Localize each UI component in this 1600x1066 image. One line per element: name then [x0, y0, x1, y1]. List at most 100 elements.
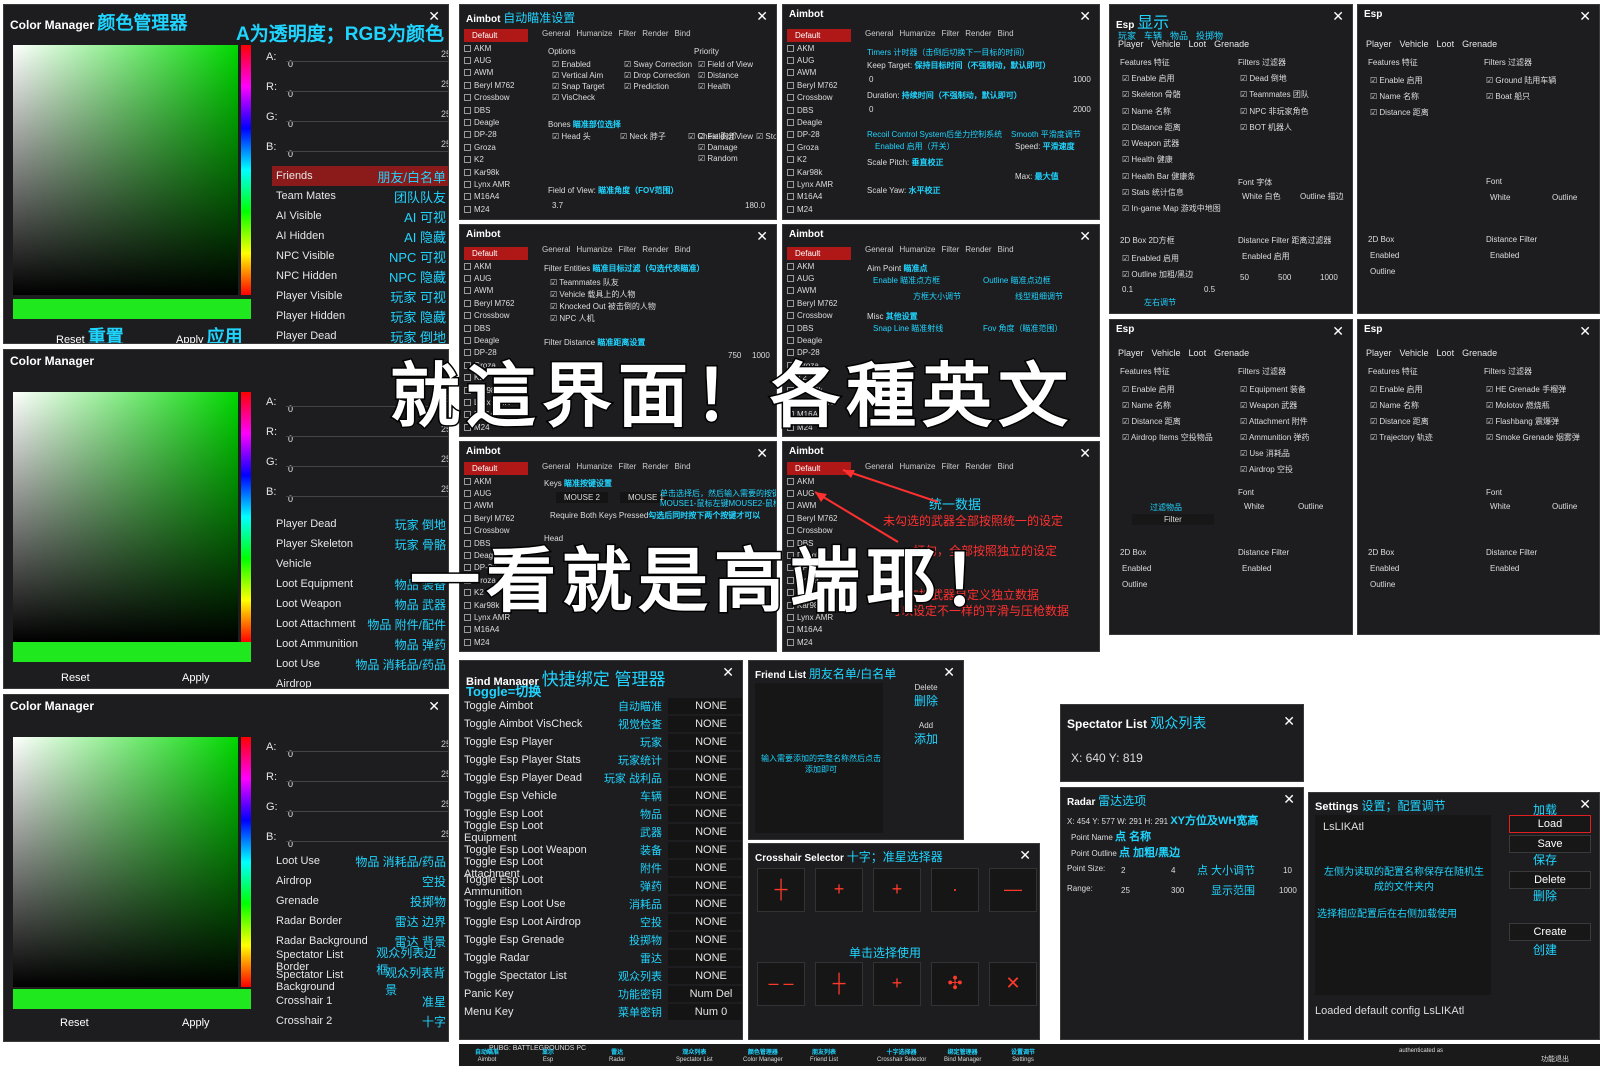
bind-row[interactable]: Toggle Esp Player 玩家 NONE [464, 733, 742, 751]
checkbox[interactable] [464, 275, 471, 283]
weapon-item[interactable]: Beryl M762 [464, 79, 528, 91]
priority-item[interactable]: ☑ Distance [698, 70, 753, 81]
bind-row[interactable]: Toggle Radar 雷达 NONE [464, 949, 742, 967]
crosshair-option-7[interactable]: ┼ [815, 962, 863, 1006]
list-item[interactable]: AI Hidden AI 隐藏 [272, 226, 448, 246]
weapon-item[interactable]: DBS [787, 104, 851, 116]
box-outline[interactable]: Outline [1122, 580, 1147, 589]
close-icon[interactable]: ✕ [1079, 445, 1091, 462]
checkbox[interactable] [787, 299, 794, 307]
tab-general[interactable]: General [542, 462, 570, 471]
weapon-item[interactable]: M24 [787, 636, 851, 648]
filter-entity-item[interactable]: ☑ Knocked Out 被击倒的人物 [550, 301, 656, 313]
tab-player[interactable]: Player [1366, 348, 1392, 358]
checkbox[interactable] [787, 131, 794, 139]
bind-row[interactable]: Toggle Esp Loot Use 消耗品 NONE [464, 895, 742, 913]
filters-list[interactable]: ☑ HE Grenade 手榴弹 ☑ Molotov 燃烧瓶 ☑ Flashbang… [1486, 382, 1580, 446]
feature-item[interactable]: ☑ Stats 统计信息 [1122, 185, 1221, 201]
feature-item[interactable]: ☑ Health 健康 [1122, 152, 1221, 168]
duration-min[interactable]: 0 [869, 105, 873, 114]
list-item[interactable]: Player Visible 玩家 可视 [272, 286, 448, 306]
filter-item[interactable]: ☑ Flashbang 震爆弹 [1486, 414, 1580, 430]
font-outline-option[interactable]: Outline [1298, 502, 1323, 511]
apply-button[interactable]: Apply [182, 672, 210, 684]
feature-item[interactable]: ☑ Enable 启用 [1122, 71, 1221, 87]
close-icon[interactable]: ✕ [1579, 8, 1591, 25]
weapon-item[interactable]: M24 [464, 203, 528, 215]
red-slider[interactable]: R:0255 [266, 79, 448, 103]
weapon-item[interactable]: K2 [787, 154, 851, 166]
close-icon[interactable]: ✕ [1283, 791, 1295, 808]
esp-tabs[interactable]: Player Vehicle Loot Grenade [1366, 39, 1505, 49]
box-list[interactable]: ☑ Enabled 启用 ☑ Outline 加粗/黑边 [1122, 251, 1193, 283]
filter-item[interactable]: ☑ Equipment 装备 [1240, 382, 1309, 398]
checkbox[interactable] [787, 119, 794, 127]
close-icon[interactable]: ✕ [756, 8, 768, 25]
filter-item[interactable]: ☑ Ground 陆用车辆 [1486, 73, 1556, 89]
tab-player[interactable]: Player [1118, 348, 1144, 358]
bind-key-field[interactable]: NONE [668, 824, 742, 840]
filter-item[interactable]: ☑ NPC 非玩家角色 [1240, 104, 1309, 120]
weapon-item[interactable]: AUG [464, 272, 528, 284]
checkbox[interactable] [464, 626, 471, 634]
tab-filter[interactable]: Filter [618, 29, 636, 38]
reset-button[interactable]: Reset 重置 [56, 323, 124, 343]
checkbox[interactable] [464, 156, 471, 164]
bone-list[interactable]: ☑ Head 头☑ Neck 脖子☑ Chest 胸部☑ Stomach 胃部☑… [552, 131, 776, 143]
options-list-2[interactable]: ☑ Sway Correction ☑ Drop Correction ☑ Pred… [624, 59, 692, 92]
weapon-item[interactable]: AUG [464, 54, 528, 66]
weapon-item[interactable]: AWM [464, 285, 528, 297]
recoil-enabled[interactable]: Enabled 启用（开关） [875, 141, 955, 152]
weapon-item[interactable]: DP-28 [464, 129, 528, 141]
checkbox[interactable] [464, 119, 471, 127]
list-item[interactable]: Crosshair 2 十字 [272, 1011, 448, 1031]
weapon-item[interactable]: Crossbow [464, 92, 528, 104]
bottom-bar-item[interactable]: 雷达 Radar [609, 1050, 625, 1064]
checkbox[interactable] [787, 193, 794, 201]
tab-vehicle[interactable]: Vehicle [1400, 348, 1429, 358]
tab-render[interactable]: Render [965, 462, 991, 471]
weapon-item[interactable]: Crossbow [464, 310, 528, 322]
bind-key-field[interactable]: NONE [668, 896, 742, 912]
bone-item[interactable]: ☑ Head 头 [552, 131, 620, 143]
weapon-item[interactable]: Beryl M762 [464, 512, 528, 524]
checkbox[interactable] [787, 514, 794, 522]
checkbox[interactable] [464, 287, 471, 295]
apply-button[interactable]: Apply [182, 1017, 210, 1029]
feature-item[interactable]: ☑ Distance 距离 [1370, 414, 1433, 430]
weapon-item[interactable]: AUG [464, 487, 528, 499]
close-icon[interactable]: ✕ [1079, 228, 1091, 245]
weapon-item[interactable]: AUG [787, 54, 851, 66]
checkbox[interactable] [787, 168, 794, 176]
close-icon[interactable]: ✕ [428, 698, 440, 715]
checkbox[interactable] [787, 94, 794, 102]
filter-item[interactable]: ☑ Molotov 燃烧瓶 [1486, 398, 1580, 414]
list-item[interactable]: Spectator List Background 观众列表背景 [272, 966, 448, 997]
point-outline-option[interactable]: Point Outline 点 加粗/黑边 [1071, 844, 1180, 860]
weapon-item[interactable]: Beryl M762 [464, 297, 528, 309]
require-both-option[interactable]: Require Both Keys Pressed勾选后同时按下两个按键才可以 [550, 510, 760, 521]
font-white-option[interactable]: White [1490, 193, 1510, 202]
bottom-bar-item[interactable]: 设置调节 Settings [1011, 1050, 1035, 1064]
filters-list[interactable]: ☑ Equipment 装备 ☑ Weapon 武器 ☑ Attachment 附件… [1240, 382, 1309, 478]
features-list[interactable]: ☑ Enable 启用 ☑ Name 名称 ☑ Distance 距离 ☑ Airdr… [1122, 382, 1213, 446]
checkbox[interactable] [787, 106, 794, 114]
aimbot-tabs[interactable]: General Humanize Filter Render Bind [865, 245, 1020, 254]
weapon-item[interactable]: AKM [787, 260, 851, 272]
blue-slider[interactable]: B:0255 [266, 484, 448, 508]
close-icon[interactable]: ✕ [756, 445, 768, 462]
bind-key-field[interactable]: NONE [668, 734, 742, 750]
checkbox[interactable] [464, 143, 471, 151]
distance-filter-enabled[interactable]: Enabled 启用 [1242, 251, 1290, 262]
checkbox[interactable] [787, 44, 794, 52]
tab-loot[interactable]: Loot [1437, 348, 1455, 358]
font-white-option[interactable]: White 白色 [1242, 191, 1281, 202]
checkbox[interactable] [464, 262, 471, 270]
checkbox[interactable] [464, 490, 471, 498]
checkbox[interactable] [787, 57, 794, 65]
feature-item[interactable]: ☑ In-game Map 游戏中地图 [1122, 201, 1221, 217]
tab-render[interactable]: Render [642, 462, 668, 471]
close-icon[interactable]: ✕ [1019, 847, 1031, 864]
checkbox[interactable] [464, 502, 471, 510]
close-icon[interactable]: ✕ [943, 664, 955, 681]
